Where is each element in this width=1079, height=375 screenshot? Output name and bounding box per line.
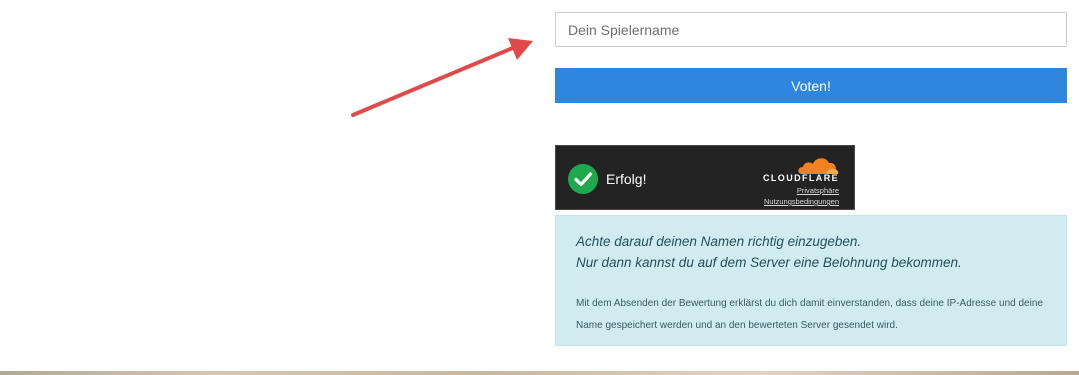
notice-box: Achte darauf deinen Namen richtig einzug… <box>555 215 1067 346</box>
checkmark-circle-icon <box>568 164 598 194</box>
notice-line-2: Nur dann kannst du auf dem Server eine B… <box>576 255 962 270</box>
cloudflare-brand: CLOUDFLARE <box>763 173 839 183</box>
captcha-status: Erfolg! <box>606 171 647 187</box>
background-image-edge <box>0 371 1079 375</box>
notice-line-1: Achte darauf deinen Namen richtig einzug… <box>576 234 862 249</box>
vote-button[interactable]: Voten! <box>555 68 1067 103</box>
privacy-link[interactable]: Privatsphäre <box>797 186 839 195</box>
cloudflare-turnstile-widget[interactable]: Erfolg! CLOUDFLARE Privatsphäre Nutzungs… <box>555 145 855 210</box>
privacy-disclaimer: Mit dem Absenden der Bewertung erklärst … <box>576 298 1043 331</box>
terms-link[interactable]: Nutzungsbedingungen <box>764 197 839 206</box>
player-name-input[interactable] <box>555 12 1067 47</box>
red-arrow-icon <box>351 38 533 117</box>
